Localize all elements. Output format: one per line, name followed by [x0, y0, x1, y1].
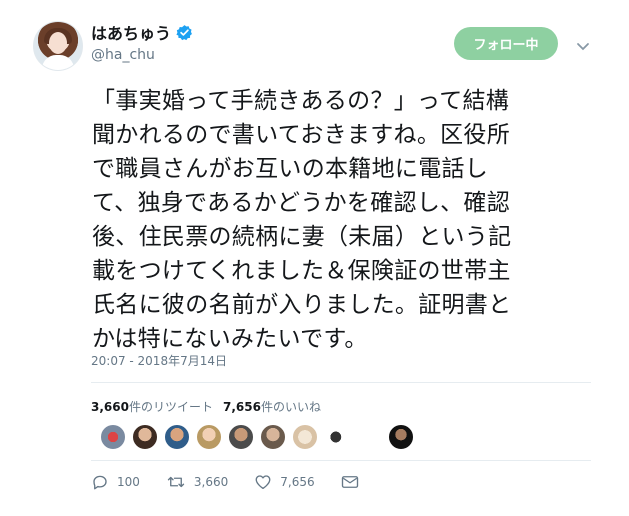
liker-avatar[interactable]	[292, 424, 318, 450]
avatar[interactable]	[33, 21, 83, 71]
liker-avatar[interactable]	[228, 424, 254, 450]
like-button[interactable]: 7,656	[254, 473, 315, 491]
liker-avatar[interactable]	[132, 424, 158, 450]
liker-avatar[interactable]	[196, 424, 222, 450]
likes-stat-count: 7,656	[222, 400, 261, 414]
reply-icon	[93, 475, 107, 490]
tweet-text-line: 氏名に彼の名前が入りました。証明書と	[92, 292, 512, 318]
reply-count: 100	[117, 475, 140, 489]
display-name[interactable]: はあちゅう	[91, 20, 171, 44]
direct-message-button[interactable]	[341, 474, 367, 490]
liker-avatars	[100, 424, 414, 450]
avatar-body	[42, 55, 74, 70]
user-handle[interactable]: @ha_chu	[91, 47, 155, 63]
liker-avatar	[356, 424, 382, 450]
liker-avatar[interactable]	[164, 424, 190, 450]
tweet-text-line: 「事実婚って手続きあるの？」って結構	[92, 88, 510, 114]
tweet-actions: 100 3,660 7,656	[91, 473, 393, 491]
tweet-text: 「事実婚って手続きあるの？」って結構 聞かれるので書いておきますね。区役所 で職…	[92, 84, 592, 356]
chevron-down-icon[interactable]	[576, 37, 590, 51]
engagement-stats: 3,660件のリツイート 7,656件のいいね	[91, 398, 321, 415]
tweet-text-line: 聞かれるので書いておきますね。区役所	[92, 122, 511, 148]
retweet-button[interactable]: 3,660	[166, 473, 228, 491]
tweet-text-line: で職員さんがお互いの本籍地に電話し	[92, 156, 489, 182]
following-button[interactable]: フォロー中	[454, 27, 558, 60]
liker-avatar[interactable]	[388, 424, 414, 450]
divider	[91, 382, 591, 383]
heart-icon	[255, 475, 271, 490]
retweets-stat-label: 件のリツイート	[128, 400, 213, 414]
likes-stat[interactable]: 7,656件のいいね	[223, 398, 321, 415]
tweet-timestamp[interactable]: 20:07 - 2018年7月14日	[91, 352, 227, 369]
like-count: 7,656	[280, 475, 315, 489]
tweet-text-line: 後、住民票の続柄に妻（未届）という記	[92, 224, 512, 250]
liker-avatar[interactable]	[260, 424, 286, 450]
envelope-icon	[341, 476, 358, 488]
likes-stat-label: 件のいいね	[260, 400, 321, 414]
reply-button[interactable]: 100	[91, 473, 140, 491]
tweet-text-line: 載をつけてくれました＆保険証の世帯主	[92, 258, 511, 284]
name-row: はあちゅう	[91, 20, 193, 44]
retweets-stat[interactable]: 3,660件のリツイート	[91, 398, 213, 415]
divider	[91, 460, 591, 461]
tweet-text-line: かは特にないみたいです。	[92, 326, 368, 352]
avatar-face	[49, 32, 67, 54]
liker-avatar[interactable]	[100, 424, 126, 450]
verified-badge-icon	[176, 24, 193, 41]
retweet-count: 3,660	[193, 475, 229, 489]
retweet-icon	[167, 476, 185, 488]
liker-avatar[interactable]	[324, 424, 350, 450]
tweet-text-line: て、独身であるかどうかを確認し、確認	[92, 190, 511, 216]
retweets-stat-count: 3,660	[91, 400, 129, 414]
